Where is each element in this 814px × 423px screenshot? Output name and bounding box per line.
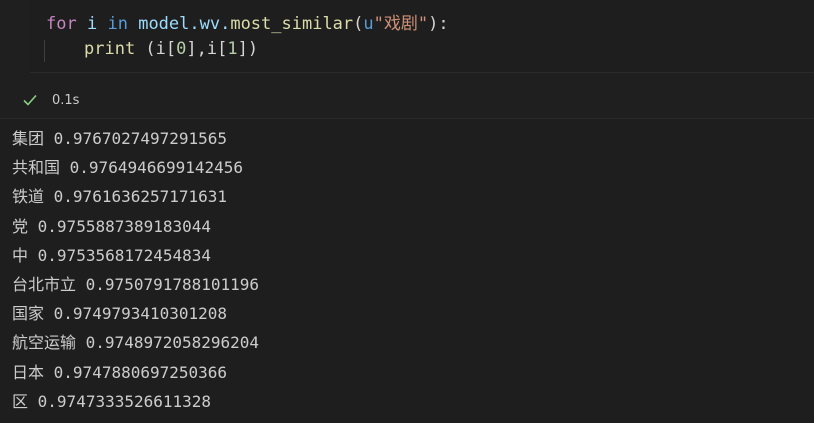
output-word: 区 (12, 391, 29, 411)
execution-status: 0.1s (22, 92, 79, 108)
output-score: 0.9749793410301208 (53, 304, 228, 324)
object-ref: model.wv. (138, 14, 231, 34)
output-line: 中 0.9753568172454834 (12, 241, 802, 270)
output-score: 0.9767027497291565 (53, 129, 228, 148)
keyword-for: for (46, 14, 77, 34)
output-line: 台北市立 0.9750791788101196 (12, 270, 802, 299)
output-line: 党 0.9755887389183044 (12, 212, 802, 241)
args-part-c: ]) (237, 39, 259, 59)
output-word: 航空运输 (12, 333, 77, 353)
output-word: 铁道 (12, 187, 45, 207)
output-line: 航空运输 0.9748972058296204 (12, 328, 802, 357)
code-editor[interactable] (30, 0, 814, 73)
output-score: 0.9761636257171631 (53, 187, 228, 207)
output-line: 集团 0.9767027497291565 (12, 124, 802, 153)
output-score: 0.9750791788101196 (85, 274, 260, 294)
output-word: 集团 (12, 129, 45, 148)
output-word: 日本 (12, 362, 45, 382)
check-icon (22, 92, 38, 108)
output-word: 中 (12, 245, 29, 265)
index-0: 0 (176, 39, 187, 59)
keyword-in: in (107, 14, 128, 34)
close-paren: ): (428, 14, 449, 34)
output-score: 0.9747880697250366 (53, 362, 228, 382)
code-line-2: print (i[0],i[1]) (84, 38, 258, 60)
output-word: 共和国 (12, 158, 61, 178)
output-word: 党 (12, 216, 29, 236)
output-score: 0.9755887389183044 (37, 216, 212, 236)
output-line: 国家 0.9749793410301208 (12, 299, 802, 328)
output-score: 0.9764946699142456 (69, 158, 244, 178)
output-score: 0.9748972058296204 (85, 333, 260, 353)
cell-output: 集团 0.9767027497291565 共和国 0.9764946699142… (12, 124, 802, 416)
indent-guide (44, 40, 45, 62)
execution-time: 0.1s (52, 92, 80, 108)
print-function: print (84, 39, 136, 59)
output-line: 共和国 0.9764946699142456 (12, 153, 802, 182)
output-word: 台北市立 (12, 274, 77, 294)
args-part-a: (i[ (135, 39, 177, 59)
variable-i: i (86, 14, 98, 34)
string-prefix: u (363, 14, 374, 34)
function-name: most_similar (230, 14, 354, 34)
output-score: 0.9753568172454834 (37, 245, 212, 265)
string-literal: "戏剧" (373, 14, 429, 34)
output-line: 区 0.9747333526611328 (12, 387, 802, 416)
code-cell[interactable]: for i in model.wv.most_similar(u"戏剧"): p… (0, 0, 814, 119)
code-line-1: for i in model.wv.most_similar(u"戏剧"): (46, 13, 449, 35)
open-paren: ( (353, 14, 364, 34)
index-1: 1 (227, 39, 238, 59)
args-part-b: ],i[ (186, 39, 228, 59)
output-line: 铁道 0.9761636257171631 (12, 182, 802, 211)
output-word: 国家 (12, 304, 45, 324)
output-line: 日本 0.9747880697250366 (12, 358, 802, 387)
output-score: 0.9747333526611328 (37, 391, 212, 411)
